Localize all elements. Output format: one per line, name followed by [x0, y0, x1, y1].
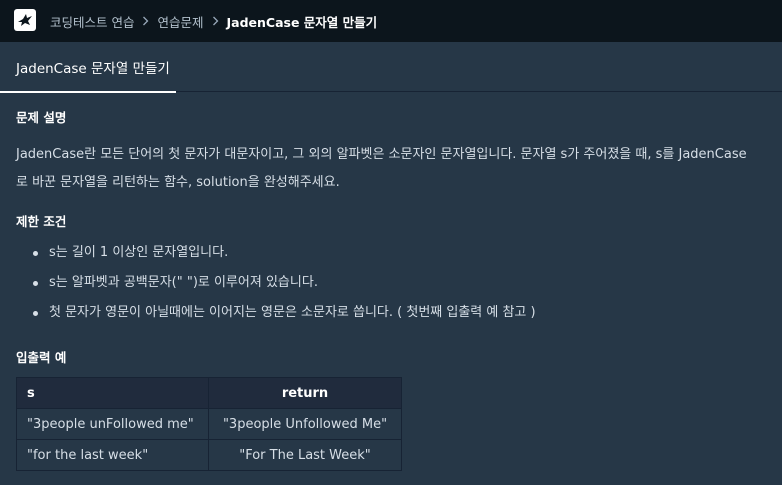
table-cell: "3people unFollowed me"	[16, 408, 209, 440]
table-cell: "3people Unfollowed Me"	[208, 408, 402, 440]
examples-table: s return "3people unFollowed me" "3peopl…	[16, 377, 402, 471]
programmers-logo-icon[interactable]	[14, 9, 36, 31]
column-header-s: s	[16, 377, 209, 409]
top-navigation-bar: 코딩테스트 연습 연습문제 JadenCase 문자열 만들기	[0, 0, 782, 42]
problem-tab-bar: JadenCase 문자열 만들기	[0, 42, 782, 93]
chevron-right-icon	[212, 16, 219, 26]
table-row: "for the last week" "For The Last Week"	[16, 439, 402, 471]
constraints-heading: 제한 조건	[16, 214, 67, 229]
description-text: JadenCase란 모든 단어의 첫 문자가 대문자이고, 그 외의 알파벳은…	[16, 147, 747, 190]
tab-label: JadenCase 문자열 만들기	[16, 61, 170, 77]
chevron-right-icon	[142, 16, 149, 26]
breadcrumb-coding-test[interactable]: 코딩테스트 연습	[50, 12, 134, 31]
table-row: "3people unFollowed me" "3people Unfollo…	[16, 408, 402, 440]
column-header-return: return	[208, 377, 402, 409]
constraints-list: s는 길이 1 이상인 문자열입니다. s는 알파벳과 공백문자(" ")로 이…	[16, 238, 536, 328]
breadcrumb: 코딩테스트 연습 연습문제 JadenCase 문자열 만들기	[50, 0, 377, 42]
breadcrumb-current-problem: JadenCase 문자열 만들기	[226, 14, 378, 30]
description-heading: 문제 설명	[16, 110, 67, 125]
breadcrumb-practice[interactable]: 연습문제	[157, 12, 203, 31]
tab-problem[interactable]: JadenCase 문자열 만들기	[0, 42, 176, 93]
examples-heading: 입출력 예	[16, 350, 67, 365]
active-tab-indicator	[0, 91, 176, 93]
list-item: s는 알파벳과 공백문자(" ")로 이루어져 있습니다.	[16, 268, 536, 298]
list-item: s는 길이 1 이상인 문자열입니다.	[16, 238, 536, 268]
table-cell: "for the last week"	[16, 439, 209, 471]
table-header-row: s return	[16, 377, 402, 409]
list-item: 첫 문자가 영문이 아닐때에는 이어지는 영문은 소문자로 씁니다. ( 첫번째…	[16, 298, 536, 328]
table-cell: "For The Last Week"	[208, 439, 402, 471]
